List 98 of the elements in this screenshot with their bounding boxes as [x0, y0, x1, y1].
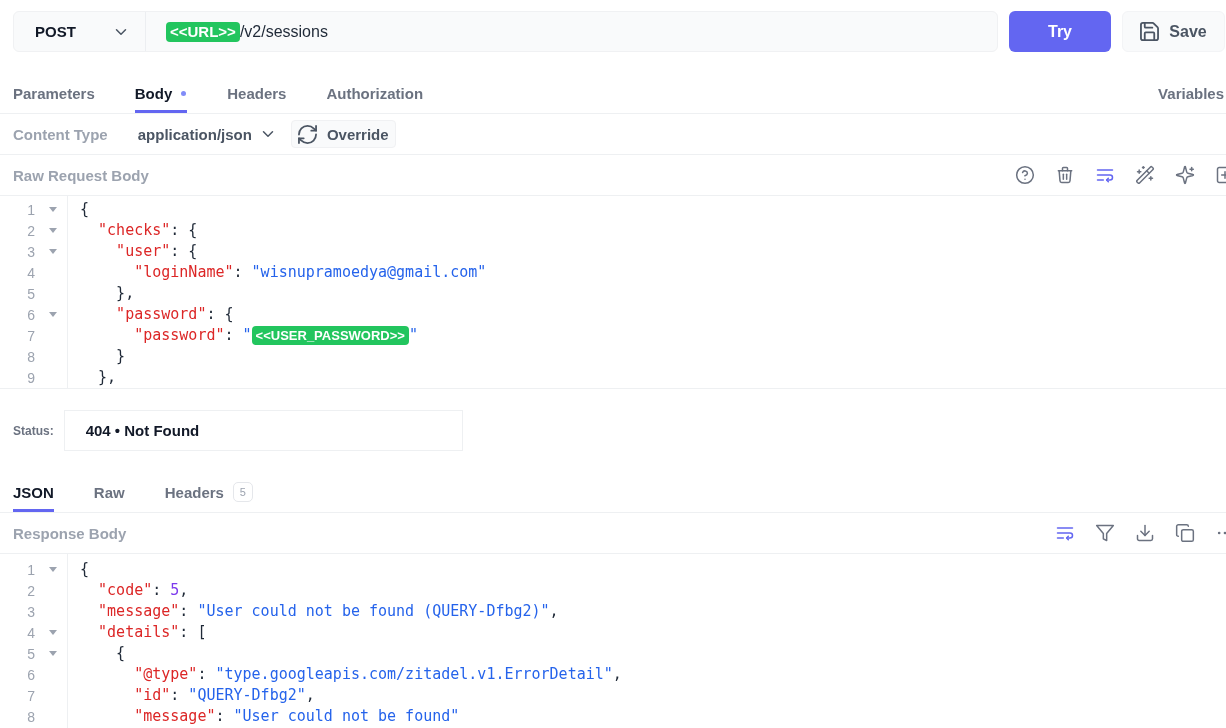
- line-number: 6: [26, 666, 35, 683]
- json-key: "message": [134, 707, 216, 725]
- fold-caret-icon[interactable]: [49, 207, 57, 212]
- json-string: "QUERY-Dfbg2": [188, 686, 306, 704]
- content-type-select[interactable]: application/json: [137, 125, 274, 143]
- request-body-title: Raw Request Body: [13, 166, 149, 184]
- json-key: "id": [134, 686, 171, 704]
- json-punctuation: :: [152, 581, 163, 599]
- line-number: 6: [26, 306, 35, 323]
- line-number: 2: [26, 222, 35, 239]
- json-punctuation: :: [233, 263, 244, 281]
- copy-icon[interactable]: [1175, 523, 1195, 543]
- json-punctuation: : {: [170, 221, 198, 239]
- json-punctuation: : {: [170, 242, 198, 260]
- chevron-down-icon: [115, 27, 127, 36]
- json-number: 5: [170, 581, 180, 599]
- line-number: 2: [26, 582, 35, 599]
- chevron-down-icon: [261, 130, 274, 138]
- json-key: "message": [98, 602, 180, 620]
- square-plus-icon[interactable]: [1215, 165, 1226, 185]
- line-number: 8: [26, 348, 35, 365]
- content-type-label: Content Type: [13, 125, 108, 143]
- json-key: "@type": [134, 665, 198, 683]
- json-punctuation: {: [116, 644, 126, 662]
- json-key: "checks": [98, 221, 171, 239]
- line-number: 5: [26, 285, 35, 302]
- json-punctuation: {: [80, 560, 90, 578]
- line-number: 4: [26, 624, 35, 641]
- json-string: "User could not be found (QUERY-Dfbg2)": [197, 602, 550, 620]
- json-punctuation: :: [197, 665, 208, 683]
- trash-icon[interactable]: [1055, 165, 1075, 185]
- response-body-title: Response Body: [13, 524, 127, 542]
- url-path: /v2/sessions: [239, 22, 328, 41]
- json-punctuation: ,: [179, 581, 189, 599]
- json-punctuation: },: [98, 368, 117, 386]
- line-number: 9: [26, 369, 35, 386]
- json-string: "User could not be found": [233, 707, 460, 725]
- line-number: 7: [26, 327, 35, 344]
- json-punctuation: :: [224, 326, 235, 344]
- fold-caret-icon[interactable]: [49, 228, 57, 233]
- line-number: 3: [26, 243, 35, 260]
- json-punctuation: : {: [206, 305, 234, 323]
- variable-tag: <<USER_PASSWORD>>: [251, 326, 409, 345]
- fold-caret-icon[interactable]: [49, 567, 57, 572]
- line-number: 4: [26, 264, 35, 281]
- line-number: 1: [26, 201, 35, 218]
- request-tab[interactable]: Body: [134, 73, 188, 113]
- line-number: 1: [26, 561, 35, 578]
- help-icon[interactable]: [1015, 165, 1035, 185]
- json-string: ": [408, 326, 418, 344]
- json-punctuation: :: [170, 686, 181, 704]
- json-string: "type.googleapis.com/zitadel.v1.ErrorDetail": [215, 665, 613, 683]
- fold-caret-icon[interactable]: [49, 630, 57, 635]
- variable-tag: <<URL>>: [166, 21, 240, 42]
- override-button[interactable]: Override: [290, 120, 396, 148]
- variables-tab[interactable]: Variables: [1158, 73, 1224, 113]
- json-punctuation: :: [215, 707, 226, 725]
- save-button[interactable]: Save: [1122, 11, 1225, 52]
- method-select[interactable]: POST: [14, 12, 146, 51]
- filter-icon[interactable]: [1095, 523, 1115, 543]
- json-string: "wisnupramoedya@gmail.com": [251, 263, 487, 281]
- refresh-icon: [297, 124, 317, 144]
- request-tab[interactable]: Authorization: [326, 73, 424, 113]
- fold-caret-icon[interactable]: [49, 651, 57, 656]
- response-tab[interactable]: Raw: [93, 472, 125, 512]
- line-number: 5: [26, 645, 35, 662]
- status-field: 404 • Not Found: [63, 410, 463, 451]
- json-punctuation: }: [116, 347, 126, 365]
- download-icon[interactable]: [1135, 523, 1155, 543]
- json-punctuation: ,: [549, 602, 559, 620]
- json-punctuation: {: [80, 200, 90, 218]
- json-key: "password": [134, 326, 225, 344]
- try-button[interactable]: Try: [1009, 11, 1111, 52]
- sparkle-icon[interactable]: [1175, 165, 1195, 185]
- json-punctuation: :: [179, 602, 190, 620]
- json-key: "user": [116, 242, 171, 260]
- magic-wand-icon[interactable]: [1135, 165, 1155, 185]
- json-punctuation: ,: [612, 665, 622, 683]
- response-tab[interactable]: Headers 5: [164, 472, 253, 512]
- fold-caret-icon[interactable]: [49, 249, 57, 254]
- json-string: ": [242, 326, 252, 344]
- line-number: 7: [26, 687, 35, 704]
- request-tab[interactable]: Headers: [227, 73, 287, 113]
- status-label: Status:: [13, 423, 54, 438]
- json-key: "details": [98, 623, 180, 641]
- json-punctuation: : [: [179, 623, 207, 641]
- url-field[interactable]: <<URL>> /v2/sessions: [146, 12, 997, 51]
- line-number: 8: [26, 708, 35, 725]
- json-key: "code": [98, 581, 153, 599]
- json-key: "password": [116, 305, 207, 323]
- json-punctuation: },: [116, 284, 135, 302]
- request-tab[interactable]: Parameters: [13, 73, 95, 113]
- count-badge: 5: [232, 482, 253, 502]
- line-number: 3: [26, 603, 35, 620]
- fold-caret-icon[interactable]: [49, 312, 57, 317]
- json-punctuation: ,: [305, 686, 315, 704]
- json-key: "loginName": [134, 263, 234, 281]
- response-tab[interactable]: JSON: [13, 472, 54, 512]
